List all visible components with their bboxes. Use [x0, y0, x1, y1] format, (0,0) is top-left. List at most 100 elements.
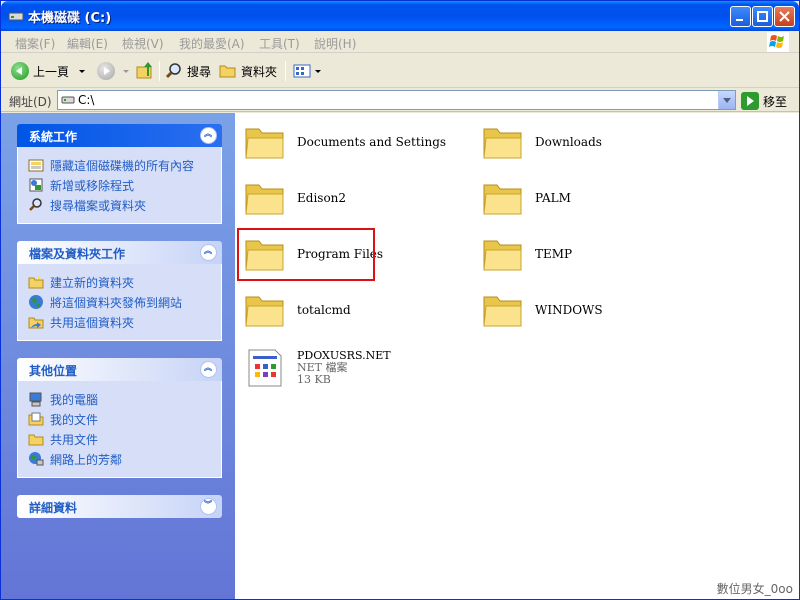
- toolbar-separator: [285, 61, 286, 81]
- folder-icon: [483, 240, 522, 271]
- search-icon: [28, 197, 44, 213]
- back-dropdown-icon[interactable]: [79, 69, 86, 73]
- panel-title: 檔案及資料夾工作: [29, 247, 126, 261]
- address-dropdown-icon[interactable]: [718, 91, 735, 109]
- back-arrow-icon: [11, 62, 29, 80]
- collapse-icon[interactable]: ︽: [200, 244, 217, 261]
- panel-title: 系統工作: [29, 130, 78, 144]
- network-icon: [28, 451, 44, 467]
- hide-contents-icon: [28, 157, 44, 173]
- system-tasks-body: 隱藏這個磁碟機的所有內容 新增或移除程式 搜尋檔案或資料夾: [17, 147, 222, 224]
- item-name: Edison2: [297, 191, 347, 205]
- collapse-icon[interactable]: ︽: [200, 361, 217, 378]
- menu-tools[interactable]: 工具(T): [259, 35, 300, 52]
- expand-icon[interactable]: ︾: [200, 498, 217, 515]
- globe-icon: [28, 294, 44, 310]
- folder-item[interactable]: Documents and Settings: [245, 118, 446, 166]
- menu-edit[interactable]: 編輯(E): [67, 35, 108, 52]
- add-remove-programs-icon: [28, 177, 44, 193]
- folder-item[interactable]: Downloads: [483, 118, 602, 166]
- up-folder-icon: [136, 62, 152, 79]
- title-bar[interactable]: 本機磁碟 (C:): [1, 1, 799, 31]
- back-button[interactable]: 上一頁: [11, 59, 86, 83]
- menu-help[interactable]: 說明(H): [314, 35, 356, 52]
- place-label: 共用文件: [50, 432, 99, 447]
- menu-view[interactable]: 檢視(V): [122, 35, 164, 52]
- folder-item[interactable]: Edison2: [245, 174, 346, 222]
- task-publish-to-web[interactable]: 將這個資料夾發佈到網站: [28, 292, 211, 312]
- place-network-places[interactable]: 網路上的芳鄰: [28, 449, 211, 469]
- place-shared-documents[interactable]: 共用文件: [28, 429, 211, 449]
- file-folder-tasks-panel: 檔案及資料夾工作 ︽ 建立新的資料夾 將這個資料夾發佈到網站 共用這個資料夾: [17, 241, 222, 341]
- drive-icon: [8, 9, 24, 23]
- system-tasks-header[interactable]: 系統工作 ︽: [17, 124, 222, 147]
- item-name: Documents and Settings: [297, 135, 447, 149]
- task-new-folder[interactable]: 建立新的資料夾: [28, 272, 211, 292]
- minimize-button[interactable]: [730, 6, 751, 27]
- task-label: 建立新的資料夾: [50, 275, 135, 290]
- task-label: 隱藏這個磁碟機的所有內容: [50, 158, 195, 173]
- window-title: 本機磁碟 (C:): [28, 11, 112, 26]
- folder-item[interactable]: PALM: [483, 174, 571, 222]
- item-name: PALM: [535, 191, 571, 205]
- place-label: 我的文件: [50, 412, 99, 427]
- file-folder-tasks-body: 建立新的資料夾 將這個資料夾發佈到網站 共用這個資料夾: [17, 264, 222, 341]
- toolbar: 上一頁 搜尋 資料夾: [1, 54, 799, 88]
- item-name: WINDOWS: [535, 303, 603, 317]
- menu-favorites[interactable]: 我的最愛(A): [179, 35, 245, 52]
- system-tasks-panel: 系統工作 ︽ 隱藏這個磁碟機的所有內容 新增或移除程式 搜尋檔案或資料夾: [17, 124, 222, 224]
- folders-button[interactable]: 資料夾: [219, 59, 277, 83]
- item-name: Downloads: [535, 135, 602, 149]
- other-places-body: 我的電腦 我的文件 共用文件 網路上的芳鄰: [17, 381, 222, 478]
- file-size: 13 KB: [297, 373, 331, 386]
- place-label: 我的電腦: [50, 392, 99, 407]
- place-my-computer[interactable]: 我的電腦: [28, 389, 211, 409]
- details-header[interactable]: 詳細資料 ︾: [17, 495, 222, 518]
- views-dropdown-icon[interactable]: [315, 69, 321, 73]
- place-label: 網路上的芳鄰: [50, 452, 123, 467]
- folder-icon: [245, 128, 284, 159]
- folder-icon: [483, 296, 522, 327]
- folder-icon: [245, 184, 284, 215]
- go-button[interactable]: 移至: [741, 91, 787, 111]
- task-add-remove-programs[interactable]: 新增或移除程式: [28, 175, 211, 195]
- folder-item[interactable]: totalcmd: [245, 286, 351, 334]
- folder-item[interactable]: WINDOWS: [483, 286, 603, 334]
- close-button[interactable]: [774, 6, 795, 27]
- other-places-panel: 其他位置 ︽ 我的電腦 我的文件 共用文件 網路上的芳鄰: [17, 358, 222, 478]
- item-name: TEMP: [535, 247, 573, 261]
- new-folder-icon: [28, 274, 44, 290]
- search-button[interactable]: 搜尋: [165, 59, 211, 83]
- toolbar-separator: [159, 61, 160, 81]
- other-places-header[interactable]: 其他位置 ︽: [17, 358, 222, 381]
- views-button[interactable]: [293, 59, 321, 83]
- maximize-button[interactable]: [752, 6, 773, 27]
- task-search-files[interactable]: 搜尋檔案或資料夾: [28, 195, 211, 215]
- item-name: totalcmd: [297, 303, 351, 317]
- task-pane: 系統工作 ︽ 隱藏這個磁碟機的所有內容 新增或移除程式 搜尋檔案或資料夾 檔案及…: [1, 113, 235, 599]
- menu-bar: 檔案(F) 編輯(E) 檢視(V) 我的最愛(A) 工具(T) 說明(H): [1, 31, 799, 53]
- task-share-folder[interactable]: 共用這個資料夾: [28, 312, 211, 332]
- folders-icon: [219, 65, 236, 78]
- address-input[interactable]: C:\: [57, 90, 736, 110]
- folders-label: 資料夾: [241, 64, 278, 79]
- file-item[interactable]: PDOXUSRS.NET NET 檔案 13 KB: [245, 342, 391, 394]
- windows-logo-icon: [767, 32, 789, 52]
- task-label: 共用這個資料夾: [50, 315, 135, 330]
- up-folder-button[interactable]: [135, 59, 155, 83]
- panel-title: 其他位置: [29, 364, 78, 378]
- selection-highlight-box: [237, 228, 375, 281]
- menu-file[interactable]: 檔案(F): [15, 35, 55, 52]
- folder-item[interactable]: TEMP: [483, 230, 572, 278]
- address-bar: 網址(D) C:\ 移至: [1, 89, 799, 112]
- explorer-window: 本機磁碟 (C:) 檔案(F) 編輯(E) 檢視(V) 我的最愛(A) 工具(T…: [0, 0, 800, 600]
- collapse-icon[interactable]: ︽: [200, 127, 217, 144]
- forward-button[interactable]: [97, 59, 129, 83]
- file-folder-tasks-header[interactable]: 檔案及資料夾工作 ︽: [17, 241, 222, 264]
- computer-icon: [28, 391, 44, 407]
- shared-folder-icon: [28, 314, 44, 330]
- folder-icon: [483, 128, 522, 159]
- place-my-documents[interactable]: 我的文件: [28, 409, 211, 429]
- forward-dropdown-icon[interactable]: [123, 69, 129, 73]
- task-hide-drive-contents[interactable]: 隱藏這個磁碟機的所有內容: [28, 155, 211, 175]
